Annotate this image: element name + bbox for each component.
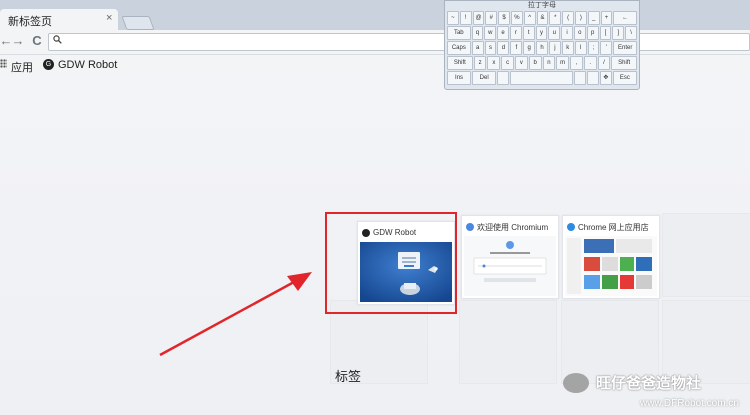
wechat-logo: [563, 373, 589, 393]
key[interactable]: ': [600, 41, 613, 55]
backspace-key[interactable]: ←: [613, 11, 637, 25]
key[interactable]: m: [556, 56, 570, 70]
key[interactable]: e: [497, 26, 509, 40]
watermark-title: 旺仔爸爸造物社: [596, 375, 702, 392]
on-screen-keyboard: 拉丁字母 ~ ! @ # $ % ^ & * ( ) _ + ← Tab q w…: [444, 0, 640, 90]
key[interactable]: l: [574, 41, 587, 55]
tile-title: 欢迎使用 Chromium: [477, 223, 549, 232]
key[interactable]: ): [574, 11, 587, 25]
keyboard-title: 拉丁字母: [528, 2, 556, 9]
watermark-url: www.DFRobot.com.cn: [640, 398, 739, 409]
key[interactable]: o: [573, 26, 586, 40]
keyboard-row-1: ~ ! @ # $ % ^ & * ( ) _ + ←: [447, 11, 637, 25]
key[interactable]: [: [599, 26, 612, 40]
del-key[interactable]: Del: [472, 71, 497, 85]
key[interactable]: x: [487, 56, 501, 70]
key[interactable]: p: [586, 26, 599, 40]
keyboard-row-4: Shift z x c v b n m , . / Shift: [447, 56, 638, 70]
shift-key[interactable]: Shift: [611, 56, 638, 70]
key[interactable]: q: [471, 26, 484, 40]
most-visited-tile-chrome-web-store[interactable]: Chrome 网上应用店: [562, 215, 660, 299]
keyboard-row-2: Tab q w e r t y u i o p [ ] \: [447, 26, 637, 40]
key[interactable]: #: [485, 11, 498, 25]
key[interactable]: g: [523, 41, 536, 55]
key[interactable]: c: [501, 56, 514, 70]
key[interactable]: a: [471, 41, 484, 55]
keyboard-row-3: Caps a s d f g h j k l ; ' Enter: [447, 41, 638, 55]
key[interactable]: r: [509, 26, 522, 40]
most-visited-tile-chromium-welcome[interactable]: 欢迎使用 Chromium: [461, 215, 559, 299]
gdw-robot-icon: G: [43, 59, 54, 70]
web-store-icon: [567, 223, 575, 231]
shift-key[interactable]: Shift: [447, 56, 473, 70]
apps-grid-icon[interactable]: [0, 59, 7, 68]
key[interactable]: ;: [587, 41, 600, 55]
key[interactable]: +: [600, 11, 613, 25]
tab-new-tab[interactable]: 新标签页 ×: [0, 9, 118, 30]
key[interactable]: ,: [570, 56, 583, 70]
key[interactable]: s: [484, 41, 497, 55]
key[interactable]: b: [528, 56, 542, 70]
close-icon[interactable]: ×: [106, 12, 112, 24]
key[interactable]: d: [497, 41, 510, 55]
key[interactable]: *: [549, 11, 562, 25]
tile-preview-image: [565, 236, 657, 296]
search-icon: [53, 35, 62, 47]
bookmark-gdw-robot[interactable]: GDW Robot: [58, 59, 117, 71]
esc-key[interactable]: Esc: [612, 71, 637, 85]
key[interactable]: [586, 71, 599, 85]
key[interactable]: [497, 71, 510, 85]
key[interactable]: @: [472, 11, 485, 25]
new-tab-button[interactable]: [121, 16, 155, 30]
key[interactable]: i: [561, 26, 573, 40]
key[interactable]: n: [542, 56, 556, 70]
key[interactable]: u: [548, 26, 561, 40]
reload-icon[interactable]: C: [29, 33, 45, 49]
key[interactable]: $: [498, 11, 510, 25]
ins-key[interactable]: Ins: [447, 71, 472, 85]
key[interactable]: (: [562, 11, 574, 25]
key[interactable]: t: [522, 26, 535, 40]
key[interactable]: ^: [523, 11, 536, 25]
key[interactable]: [573, 71, 586, 85]
key[interactable]: _: [587, 11, 600, 25]
key[interactable]: k: [561, 41, 574, 55]
caps-key[interactable]: Caps: [447, 41, 471, 55]
key[interactable]: w: [484, 26, 497, 40]
enter-key[interactable]: Enter: [613, 41, 638, 55]
key[interactable]: &: [536, 11, 549, 25]
empty-tile: [662, 213, 750, 297]
highlight-box: [325, 212, 457, 314]
key[interactable]: !: [459, 11, 472, 25]
forward-icon[interactable]: →: [10, 33, 26, 49]
tab-title: 新标签页: [8, 16, 52, 28]
key[interactable]: v: [514, 56, 528, 70]
key[interactable]: ~: [447, 11, 459, 25]
omnibox[interactable]: [48, 33, 750, 51]
key[interactable]: /: [597, 56, 611, 70]
tile-title: Chrome 网上应用店: [578, 223, 649, 232]
key[interactable]: f: [510, 41, 523, 55]
key[interactable]: .: [583, 56, 597, 70]
space-key[interactable]: [510, 71, 573, 85]
tile-preview-image: [464, 236, 556, 296]
keyboard-row-5: Ins Del ✥ Esc: [447, 71, 637, 85]
annotation-label: 标签: [335, 369, 362, 384]
omnibox-input[interactable]: [67, 34, 471, 50]
key[interactable]: %: [510, 11, 523, 25]
key[interactable]: \: [625, 26, 637, 40]
empty-tile: [459, 300, 557, 384]
bookmark-apps[interactable]: 应用: [11, 59, 33, 75]
key[interactable]: h: [536, 41, 548, 55]
key[interactable]: j: [548, 41, 561, 55]
key[interactable]: z: [473, 56, 487, 70]
key[interactable]: ]: [612, 26, 625, 40]
move-icon[interactable]: ✥: [599, 71, 612, 85]
chromium-icon: [466, 223, 474, 231]
tab-key[interactable]: Tab: [447, 26, 471, 40]
key[interactable]: y: [535, 26, 548, 40]
